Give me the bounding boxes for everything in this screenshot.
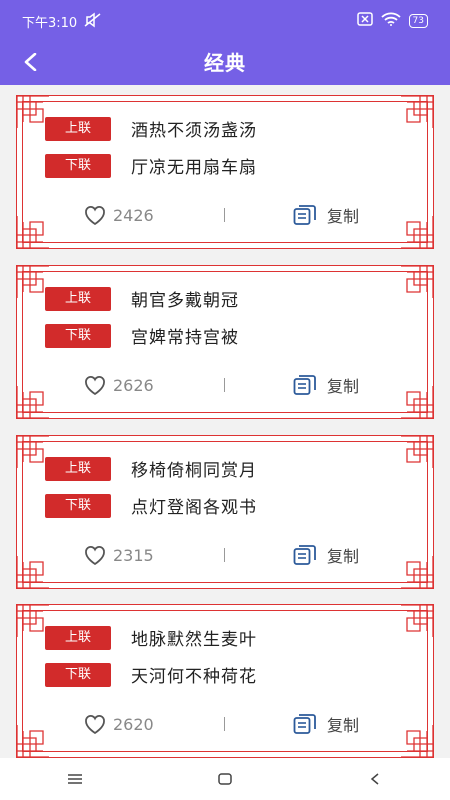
lower-line: 下联 点灯登阁各观书 <box>45 493 257 518</box>
system-nav-bar <box>0 758 450 800</box>
corner-ornament <box>400 265 434 299</box>
copy-button[interactable]: 复制 <box>293 543 359 567</box>
copy-label: 复制 <box>327 547 360 566</box>
upper-verse: 移椅倚桐同赏月 <box>131 461 257 481</box>
copy-button[interactable]: 复制 <box>293 373 359 397</box>
divider <box>224 208 225 222</box>
couplet-card: 上联 朝官多戴朝冠 下联 宫婢常持宫被 2626 复制 <box>16 265 434 419</box>
lower-verse: 宫婢常持宫被 <box>131 328 239 348</box>
divider <box>224 378 225 392</box>
copy-icon <box>293 205 316 225</box>
upper-verse: 酒热不须汤盏汤 <box>131 121 257 141</box>
corner-ornament <box>16 724 50 758</box>
copy-label: 复制 <box>327 716 360 735</box>
heart-icon <box>85 206 105 226</box>
upper-verse: 朝官多戴朝冠 <box>131 291 239 311</box>
sim-icon <box>356 11 373 30</box>
upper-line: 上联 酒热不须汤盏汤 <box>45 116 257 141</box>
lower-tag: 下联 <box>45 662 111 687</box>
like-count: 2620 <box>113 714 154 734</box>
heart-icon <box>85 546 105 566</box>
like-button[interactable]: 2426 <box>83 204 154 226</box>
copy-button[interactable]: 复制 <box>293 203 359 227</box>
like-button[interactable]: 2315 <box>83 544 154 566</box>
copy-icon <box>293 375 316 395</box>
lower-verse: 天河何不种荷花 <box>131 667 257 687</box>
corner-ornament <box>400 604 434 638</box>
lower-tag: 下联 <box>45 323 111 348</box>
system-back-button[interactable] <box>355 764 395 794</box>
lower-line: 下联 宫婢常持宫被 <box>45 323 239 348</box>
like-button[interactable]: 2626 <box>83 374 154 396</box>
corner-ornament <box>16 385 50 419</box>
corner-ornament <box>400 385 434 419</box>
menu-icon <box>68 774 82 784</box>
home-button[interactable] <box>205 764 245 794</box>
corner-ornament <box>400 435 434 469</box>
upper-line: 上联 朝官多戴朝冠 <box>45 286 239 311</box>
corner-ornament <box>16 555 50 589</box>
status-bar: 下午3:10 73 <box>0 0 450 40</box>
corner-ornament <box>16 215 50 249</box>
lower-tag: 下联 <box>45 153 111 178</box>
lower-line: 下联 厅凉无用扇车扇 <box>45 153 257 178</box>
recent-apps-button[interactable] <box>55 764 95 794</box>
app-bar: 经典 <box>0 40 450 85</box>
copy-icon <box>293 714 316 734</box>
like-count: 2626 <box>113 375 154 395</box>
upper-tag: 上联 <box>45 286 111 311</box>
lower-line: 下联 天河何不种荷花 <box>45 662 257 687</box>
lower-verse: 点灯登阁各观书 <box>131 498 257 518</box>
like-count: 2315 <box>113 545 154 565</box>
mute-icon <box>84 12 102 32</box>
upper-tag: 上联 <box>45 456 111 481</box>
corner-ornament <box>400 95 434 129</box>
corner-ornament <box>400 215 434 249</box>
divider <box>224 717 225 731</box>
lower-tag: 下联 <box>45 493 111 518</box>
corner-ornament <box>400 724 434 758</box>
like-button[interactable]: 2620 <box>83 713 154 735</box>
copy-label: 复制 <box>327 207 360 226</box>
couplet-card: 上联 移椅倚桐同赏月 下联 点灯登阁各观书 2315 复制 <box>16 435 434 589</box>
battery-icon: 73 <box>408 13 428 28</box>
copy-button[interactable]: 复制 <box>293 712 359 736</box>
upper-tag: 上联 <box>45 116 111 141</box>
couplet-card: 上联 酒热不须汤盏汤 下联 厅凉无用扇车扇 2426 复制 <box>16 95 434 249</box>
corner-ornament <box>400 555 434 589</box>
heart-icon <box>85 715 105 735</box>
upper-line: 上联 地脉默然生麦叶 <box>45 625 257 650</box>
copy-icon <box>293 545 316 565</box>
home-icon <box>218 773 232 785</box>
upper-verse: 地脉默然生麦叶 <box>131 630 257 650</box>
like-count: 2426 <box>113 205 154 225</box>
lower-verse: 厅凉无用扇车扇 <box>131 158 257 178</box>
couplet-card: 上联 地脉默然生麦叶 下联 天河何不种荷花 2620 复制 <box>16 604 434 758</box>
divider <box>224 548 225 562</box>
copy-label: 复制 <box>327 377 360 396</box>
upper-line: 上联 移椅倚桐同赏月 <box>45 456 257 481</box>
heart-icon <box>85 376 105 396</box>
upper-tag: 上联 <box>45 625 111 650</box>
status-time: 下午3:10 <box>22 16 78 31</box>
wifi-icon <box>380 11 401 30</box>
back-icon <box>370 773 379 785</box>
page-title: 经典 <box>204 51 246 75</box>
